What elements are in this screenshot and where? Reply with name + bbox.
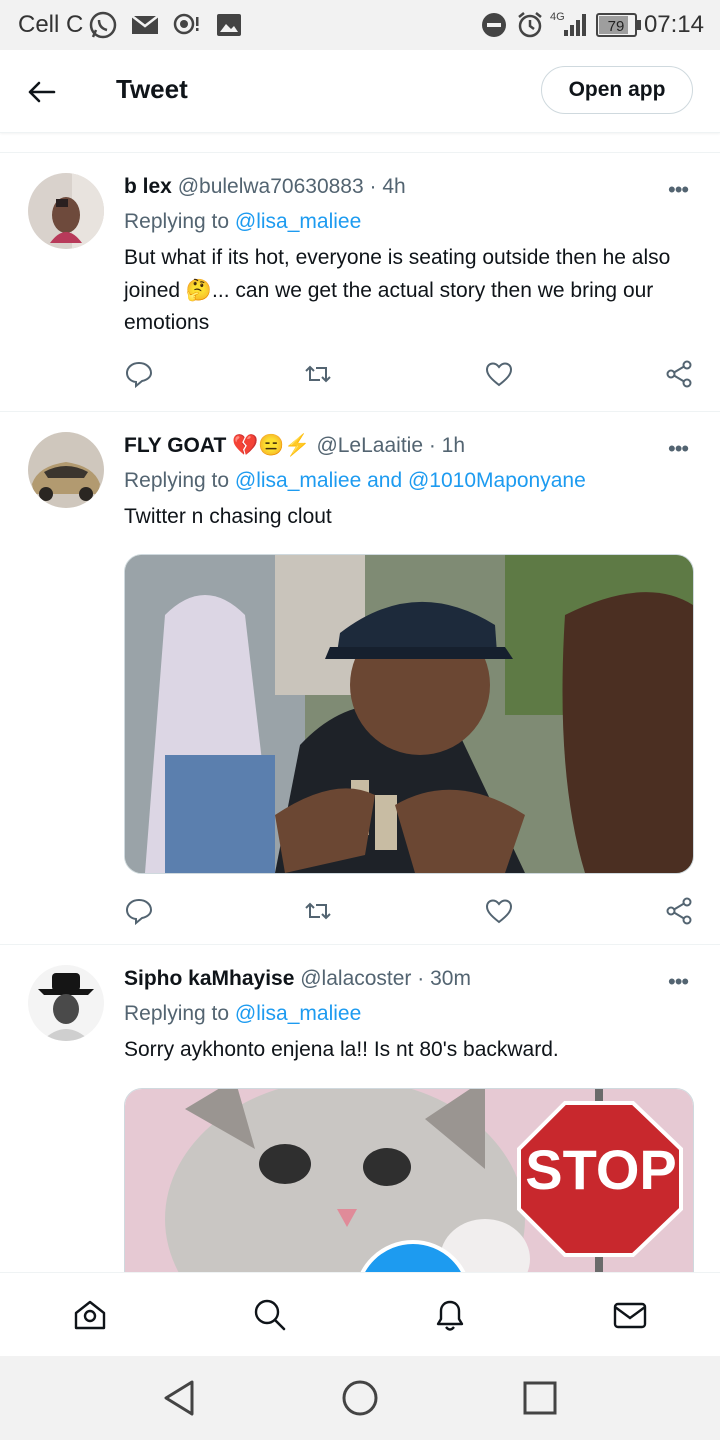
page-title: Tweet xyxy=(116,74,188,104)
avatar[interactable] xyxy=(28,432,104,508)
messages-mail-icon[interactable] xyxy=(612,1297,648,1333)
mention-link[interactable]: @lisa_maliee xyxy=(235,210,361,233)
tweet-text: But what if its hot, everyone is seating… xyxy=(124,242,694,340)
home-icon[interactable] xyxy=(72,1297,108,1333)
replying-to-label: Replying to xyxy=(124,210,235,233)
author-handle[interactable]: @bulelwa70630883 xyxy=(178,175,364,198)
tweet-time: · 30m xyxy=(417,967,471,990)
mail-icon xyxy=(130,10,160,45)
open-app-button[interactable]: Open app xyxy=(541,66,693,114)
status-bar: Cell C 4G 79 07:14 xyxy=(0,0,720,50)
author-handle[interactable]: @lalacoster xyxy=(300,967,411,990)
battery-icon: 79 xyxy=(596,12,642,43)
more-options-icon[interactable]: ••• xyxy=(668,177,689,203)
replying-to-label: Replying to xyxy=(124,1002,235,1025)
signal-icon: 4G xyxy=(550,8,590,45)
replying-to-line: Replying to @lisa_maliee xyxy=(124,210,361,234)
tweet-photo[interactable] xyxy=(124,554,694,874)
retweet-icon[interactable] xyxy=(303,359,333,389)
share-icon[interactable] xyxy=(664,896,694,926)
author-name[interactable]: Sipho kaMhayise xyxy=(124,967,294,990)
search-icon[interactable] xyxy=(252,1297,288,1333)
tweet-time: · 4h xyxy=(369,175,406,198)
replying-to-line: Replying to @lisa_maliee xyxy=(124,1002,361,1026)
dnd-icon xyxy=(480,10,508,45)
mention-link[interactable]: @lisa_maliee and @1010Maponyane xyxy=(235,469,586,492)
carrier-label: Cell C xyxy=(18,11,84,38)
system-back-icon[interactable] xyxy=(158,1376,202,1420)
avatar[interactable] xyxy=(28,173,104,249)
tweet-1[interactable]: b lex @bulelwa70630883 · 4h ••• Replying… xyxy=(0,153,720,411)
more-options-icon[interactable]: ••• xyxy=(668,436,689,462)
tweet-time: · 1h xyxy=(428,434,466,457)
system-recents-icon[interactable] xyxy=(518,1376,562,1420)
tweet-author-line: b lex @bulelwa70630883 · 4h xyxy=(124,175,406,199)
mention-link[interactable]: @lisa_maliee xyxy=(235,1002,361,1025)
reply-icon[interactable] xyxy=(124,896,154,926)
author-name[interactable]: FLY GOAT xyxy=(124,434,226,457)
tweet-2[interactable]: FLY GOAT 💔😑⚡ @LeLaaitie · 1h ••• Replyin… xyxy=(0,412,720,944)
author-handle[interactable]: @LeLaaitie xyxy=(316,434,423,457)
tweet-3[interactable]: Sipho kaMhayise @lalacoster · 30m ••• Re… xyxy=(0,945,720,1272)
image-icon xyxy=(214,10,244,45)
network-type-label: 4G xyxy=(550,11,565,23)
more-options-icon[interactable]: ••• xyxy=(668,969,689,995)
avatar[interactable] xyxy=(28,965,104,1041)
thinking-emoji: 🤔 xyxy=(185,278,213,302)
like-heart-icon[interactable] xyxy=(484,896,514,926)
alarm-icon xyxy=(516,10,544,45)
hotspot-icon xyxy=(172,10,202,45)
tweet-text: Twitter n chasing clout xyxy=(124,505,332,528)
tweet-author-line: FLY GOAT 💔😑⚡ @LeLaaitie · 1h xyxy=(124,434,465,458)
reply-icon[interactable] xyxy=(124,359,154,389)
bottom-navigation xyxy=(0,1272,720,1357)
tweet-author-line: Sipho kaMhayise @lalacoster · 30m xyxy=(124,967,471,991)
stop-sign-text: STOP xyxy=(525,1138,677,1201)
clock: 07:14 xyxy=(643,11,704,38)
author-name[interactable]: b lex xyxy=(124,175,172,198)
like-heart-icon[interactable] xyxy=(484,359,514,389)
back-arrow-icon[interactable] xyxy=(26,76,58,108)
replying-to-line: Replying to @lisa_maliee and @1010Mapony… xyxy=(124,469,586,493)
whatsapp-icon xyxy=(88,10,118,45)
tweet-text: Sorry aykhonto enjena la!! Is nt 80's ba… xyxy=(124,1038,559,1061)
system-home-icon[interactable] xyxy=(338,1376,382,1420)
share-icon[interactable] xyxy=(664,359,694,389)
retweet-icon[interactable] xyxy=(303,896,333,926)
battery-level: 79 xyxy=(608,18,625,35)
name-emojis: 💔😑⚡ xyxy=(232,434,311,457)
replying-to-label: Replying to xyxy=(124,469,235,492)
header-bar: Tweet Open app xyxy=(0,50,720,133)
notifications-bell-icon[interactable] xyxy=(432,1297,468,1333)
system-navigation-bar xyxy=(0,1356,720,1440)
